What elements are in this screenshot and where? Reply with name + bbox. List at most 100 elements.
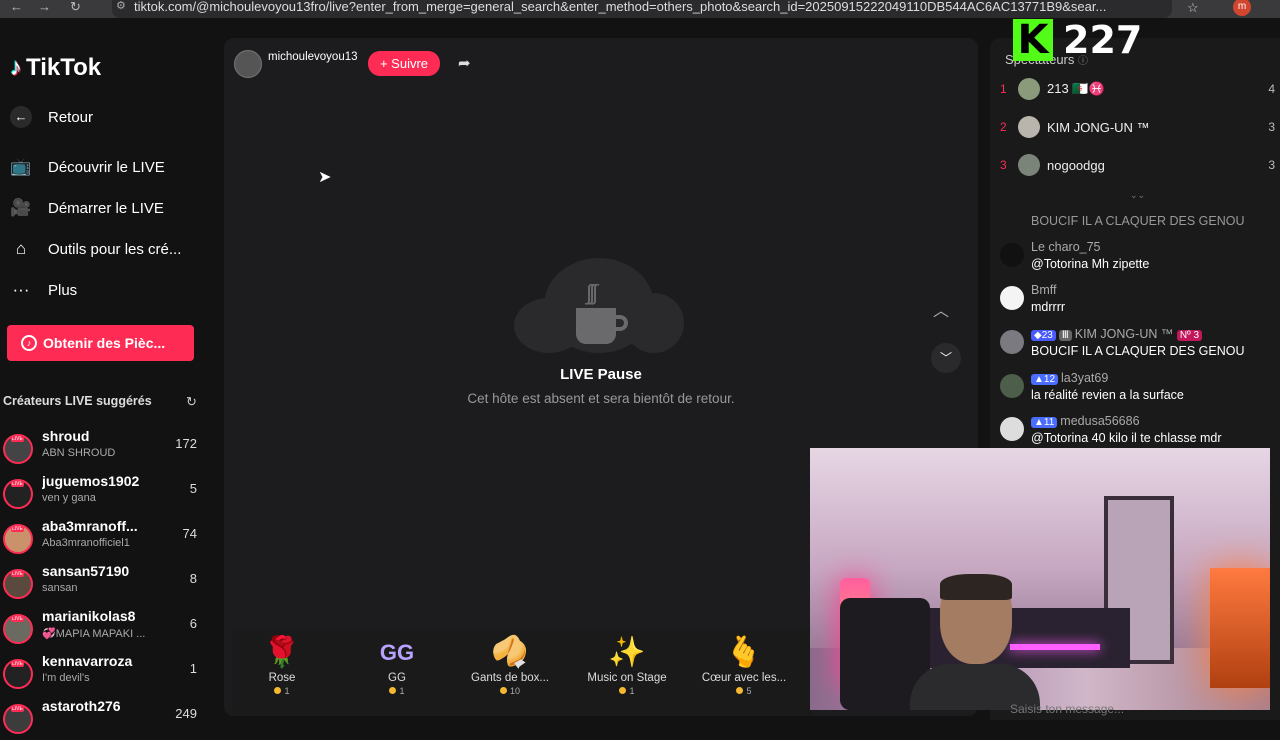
coin-icon: ♪ [21, 335, 37, 351]
chat-username[interactable]: Le charo_75 [1031, 240, 1101, 254]
chat-username-row[interactable]: ▲11 medusa56686 [1031, 414, 1140, 428]
chat-text: BOUCIF IL A CLAQUER DES GENOU [1031, 344, 1245, 358]
logo-text: TikTok [26, 54, 102, 81]
host-info[interactable]: michoulevoyou13 [234, 50, 358, 78]
chat-message: ▲12 la3yat69 la réalité revien a la surfa… [1000, 371, 1280, 407]
nav-discover-live[interactable]: 📺 Découvrir le LIVE [10, 157, 164, 177]
next-live-icon[interactable]: ﹀ [931, 343, 961, 373]
avatar [1018, 154, 1040, 176]
suggested-creator[interactable]: LIVE aba3mranoff... Aba3mranofficiel1 74 [3, 518, 203, 560]
previous-live-icon[interactable]: ︿ [933, 297, 949, 321]
tiktok-logo[interactable]: ♪ TikTok [10, 54, 101, 82]
gift-item[interactable]: ✨ Music on Stage 1 [577, 634, 677, 696]
gift-price: 1 [347, 686, 447, 696]
chat-message: ◆23 Ⅲ KIM JONG-UN ™ Nº 3 BOUCIF IL A CLAQU… [1000, 327, 1280, 363]
get-coins-button[interactable]: ♪ Obtenir des Pièc... [7, 325, 194, 361]
chat-text: @Totorina 40 kilo il te chlasse mdr [1031, 431, 1222, 445]
top-viewer[interactable]: 1 213 🇩🇿♓ 4 [1000, 76, 1275, 102]
bookmark-star-icon[interactable]: ☆ [1187, 0, 1199, 16]
gift-name: Gants de box... [471, 672, 549, 684]
forward-arrow-icon[interactable]: → [38, 0, 51, 14]
creator-name: aba3mranoff... [42, 518, 138, 534]
follow-button[interactable]: + Suivre [368, 51, 440, 76]
gift-item[interactable]: GG GG 1 [347, 634, 447, 696]
viewer-rank: 1 [1000, 82, 1007, 96]
rose-icon: 🌹 [263, 636, 301, 669]
viewer-name: nogoodgg [1047, 157, 1105, 173]
gift-item[interactable]: 🫰 Cœur avec les... 5 [694, 634, 794, 696]
browser-toolbar: ← → ↻ ⚙ tiktok.com/@michoulevoyou13fro/l… [0, 0, 1280, 18]
avatar: LIVE [3, 434, 33, 464]
suggested-creator[interactable]: LIVE sansan57190 sansan 8 [3, 563, 203, 605]
creator-name: astaroth276 [42, 698, 121, 714]
avatar[interactable] [1000, 243, 1024, 267]
chat-text: BOUCIF IL A CLAQUER DES GENOU [1031, 214, 1245, 228]
avatar[interactable] [1000, 374, 1024, 398]
host-avatar[interactable] [234, 50, 262, 78]
gift-price: 10 [460, 686, 560, 696]
more-icon: ··· [12, 280, 30, 299]
back-arrow-icon: ← [10, 106, 32, 128]
avatar[interactable] [1000, 330, 1024, 354]
top-viewer[interactable]: 2 KIM JONG-UN ™ 3 [1000, 114, 1275, 140]
chat-username: medusa56686 [1060, 414, 1140, 428]
nav-creator-tools[interactable]: ⌂ Outils pour les cré... [10, 239, 182, 259]
creator-name: juguemos1902 [42, 473, 140, 489]
viewer-name: 213 🇩🇿♓ [1047, 81, 1105, 96]
gift-item[interactable]: 🌹 Rose 1 [232, 634, 332, 696]
pause-subtitle: Cet hôte est absent et sera bientôt de r… [467, 391, 735, 406]
gift-price: 1 [232, 686, 332, 696]
refresh-icon[interactable]: ↻ [186, 394, 197, 410]
mouse-cursor-icon: ➤ [318, 169, 332, 186]
creator-name: kennavarroza [42, 653, 133, 669]
share-icon[interactable]: ➦ [458, 54, 471, 72]
coins-label: Obtenir des Pièc... [43, 335, 166, 351]
viewer-count: 249 [175, 706, 197, 721]
address-bar[interactable]: ⚙ tiktok.com/@michoulevoyou13fro/live?en… [112, 0, 1172, 18]
chat-input[interactable]: Saisis ton message... [1010, 702, 1124, 716]
chat-username-row[interactable]: ▲12 la3yat69 [1031, 371, 1108, 385]
creator-subtitle: I'm devil's [42, 672, 90, 684]
tv-icon: 📺 [10, 157, 32, 176]
host-name[interactable]: michoulevoyou13 [268, 51, 358, 63]
kick-logo-icon: K [1013, 19, 1053, 61]
suggested-creator[interactable]: LIVE astaroth276 249 [3, 698, 203, 740]
gift-name: Music on Stage [587, 672, 667, 684]
viewer-score: 4 [1268, 82, 1275, 96]
avatar[interactable] [1000, 286, 1024, 310]
suggested-creator[interactable]: LIVE shroud ABN SHROUD 172 [3, 428, 203, 470]
chat-message: Le charo_75 @Totorina Mh zipette [1000, 240, 1280, 276]
creator-name: shroud [42, 428, 90, 444]
music-star-icon: ✨ [608, 636, 646, 669]
avatar[interactable] [1000, 417, 1024, 441]
viewer-count: 1 [189, 661, 197, 676]
chat-message: BOUCIF IL A CLAQUER DES GENOU [1000, 214, 1280, 230]
level-badge: ▲11 [1031, 417, 1058, 428]
chat-username-row[interactable]: ◆23 Ⅲ KIM JONG-UN ™ Nº 3 [1031, 327, 1205, 341]
finger-heart-icon: 🫰 [725, 636, 763, 669]
chat-username: la3yat69 [1061, 371, 1109, 385]
viewer-rank: 2 [1000, 120, 1007, 134]
kick-viewer-count: 227 [1063, 18, 1143, 62]
suggested-creators-title: Créateurs LIVE suggérés [3, 394, 152, 408]
suggested-creator[interactable]: LIVE marianikolas8 💞MAPIA MAPAKI ... 6 [3, 608, 203, 650]
avatar: LIVE [3, 479, 33, 509]
back-arrow-icon[interactable]: ← [10, 0, 23, 14]
site-settings-icon[interactable]: ⚙ [116, 0, 126, 13]
kick-viewer-overlay: K 227 [1013, 18, 1142, 62]
nav-start-live[interactable]: 🎥 Démarrer le LIVE [10, 198, 163, 218]
avatar [1018, 116, 1040, 138]
chevron-down-icon[interactable]: ⌄⌄ [1130, 190, 1145, 201]
gift-price: 5 [694, 686, 794, 696]
nav-more[interactable]: ··· Plus [10, 280, 78, 300]
suggested-creator[interactable]: LIVE juguemos1902 ven y gana 5 [3, 473, 203, 515]
creator-subtitle: sansan [42, 582, 78, 594]
chat-username[interactable]: Bmff [1031, 283, 1056, 297]
back-link[interactable]: ← Retour [10, 106, 93, 128]
gift-item[interactable]: 🥠 Gants de box... 10 [460, 634, 560, 696]
top-viewer[interactable]: 3 nogoodgg 3 [1000, 152, 1275, 178]
reload-icon[interactable]: ↻ [70, 0, 81, 14]
suggested-creator[interactable]: LIVE kennavarroza I'm devil's 1 [3, 653, 203, 695]
viewer-score: 3 [1268, 158, 1275, 172]
profile-avatar[interactable]: m [1233, 0, 1251, 16]
